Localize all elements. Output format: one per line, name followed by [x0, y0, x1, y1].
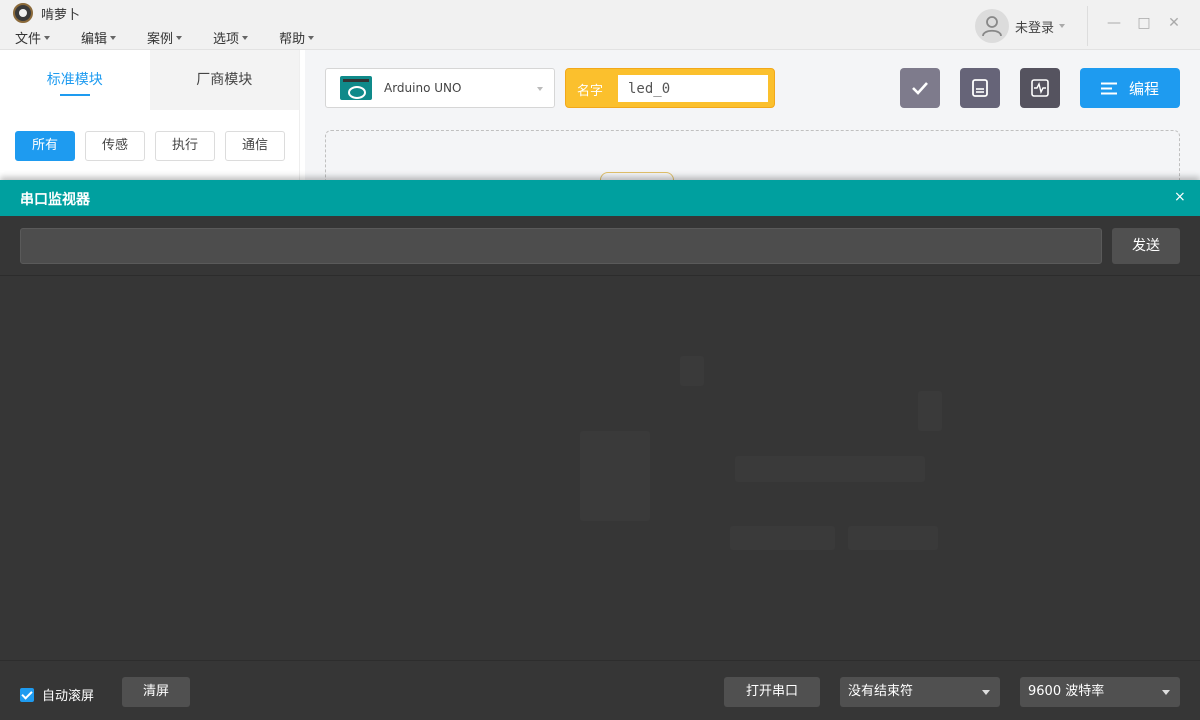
maximize-button[interactable]: □	[1137, 16, 1151, 30]
chevron-down-icon	[1162, 690, 1170, 695]
menu-examples-label: 案例	[147, 32, 174, 47]
name-label: 名字	[577, 84, 604, 99]
menu-edit[interactable]: 编辑	[81, 28, 117, 47]
menu-bar: 文件 编辑 案例 选项 帮助	[15, 28, 345, 47]
tab-standard-modules[interactable]: 标准模块	[0, 50, 150, 110]
filter-communication-button[interactable]: 通信	[225, 131, 285, 161]
serial-output	[0, 276, 1200, 660]
minimize-button[interactable]: —	[1107, 16, 1121, 30]
avatar	[975, 9, 1009, 43]
baud-rate-select[interactable]: 9600 波特率	[1020, 677, 1180, 707]
menu-options[interactable]: 选项	[213, 28, 249, 47]
faded-background	[680, 356, 704, 386]
serial-monitor-icon	[1031, 79, 1049, 97]
tab-vendor-modules[interactable]: 厂商模块	[149, 50, 299, 110]
module-filters: 所有 传感 执行 通信	[15, 131, 295, 161]
line-ending-value: 没有结束符	[848, 684, 914, 699]
login-status: 未登录	[1015, 20, 1055, 36]
menu-examples[interactable]: 案例	[147, 28, 183, 47]
send-button[interactable]: 发送	[1112, 228, 1180, 264]
faded-background	[848, 526, 938, 550]
clear-button[interactable]: 清屏	[122, 677, 190, 707]
caret-down-icon	[176, 35, 183, 40]
app-title: 啃萝卜	[41, 8, 81, 23]
faded-background	[735, 456, 925, 482]
autoscroll-checkbox[interactable]	[20, 687, 34, 702]
chevron-down-icon	[537, 87, 543, 91]
filter-all-button[interactable]: 所有	[15, 131, 75, 161]
verify-button[interactable]	[900, 68, 940, 108]
open-port-button[interactable]: 打开串口	[724, 677, 820, 707]
workspace: Arduino UNO 名字 编程	[305, 50, 1200, 190]
arduino-board-icon	[340, 76, 372, 100]
check-icon	[912, 82, 928, 95]
user-icon	[982, 16, 1002, 37]
app-logo-icon	[13, 3, 33, 23]
save-button[interactable]	[960, 68, 1000, 108]
save-icon	[972, 79, 988, 97]
menu-file-label: 文件	[15, 32, 42, 47]
faded-background	[918, 391, 942, 431]
serial-input[interactable]	[20, 228, 1102, 264]
serial-footer: 自动滚屏 清屏 打开串口 没有结束符 9600 波特率	[0, 660, 1200, 720]
filter-actuator-button[interactable]: 执行	[155, 131, 215, 161]
serial-monitor-button[interactable]	[1020, 68, 1060, 108]
name-input[interactable]	[618, 75, 768, 102]
board-select[interactable]: Arduino UNO	[325, 68, 555, 108]
caret-down-icon	[242, 35, 249, 40]
faded-background	[730, 526, 835, 550]
filter-sensor-button[interactable]: 传感	[85, 131, 145, 161]
caret-down-icon	[308, 35, 315, 40]
serial-monitor-panel: 串口监视器 × 发送 自动滚屏 清屏 打开串口 没有结束符 9600 波特率	[0, 180, 1200, 720]
menu-file[interactable]: 文件	[15, 28, 51, 47]
module-panel: 标准模块 厂商模块 所有 传感 执行 通信	[0, 50, 300, 180]
board-name: Arduino UNO	[384, 81, 462, 95]
serial-monitor-header: 串口监视器 ×	[0, 180, 1200, 216]
caret-down-icon	[44, 35, 51, 40]
code-lines-icon	[1100, 82, 1117, 94]
name-field-group: 名字	[565, 68, 775, 108]
autoscroll-toggle[interactable]: 自动滚屏	[20, 685, 94, 704]
divider	[1087, 6, 1088, 46]
baud-rate-value: 9600 波特率	[1028, 684, 1105, 699]
menu-help[interactable]: 帮助	[279, 28, 315, 47]
line-ending-select[interactable]: 没有结束符	[840, 677, 1000, 707]
program-label: 编程	[1128, 79, 1159, 98]
send-row: 发送	[0, 216, 1200, 276]
user-menu[interactable]: 未登录	[975, 9, 1066, 43]
faded-background	[620, 446, 642, 482]
module-tabs: 标准模块 厂商模块	[0, 50, 299, 110]
title-bar: 啃萝卜 文件 编辑 案例 选项 帮助 未登录 — □ ✕	[0, 0, 1200, 50]
menu-options-label: 选项	[213, 32, 240, 47]
serial-monitor-title: 串口监视器	[20, 192, 90, 208]
program-button[interactable]: 编程	[1080, 68, 1180, 108]
chevron-down-icon	[982, 690, 990, 695]
menu-help-label: 帮助	[279, 32, 306, 47]
close-window-button[interactable]: ✕	[1167, 16, 1181, 30]
autoscroll-label: 自动滚屏	[42, 689, 95, 704]
chevron-down-icon	[1059, 24, 1066, 28]
menu-edit-label: 编辑	[81, 32, 108, 47]
caret-down-icon	[110, 35, 117, 40]
close-icon[interactable]: ×	[1174, 189, 1186, 205]
